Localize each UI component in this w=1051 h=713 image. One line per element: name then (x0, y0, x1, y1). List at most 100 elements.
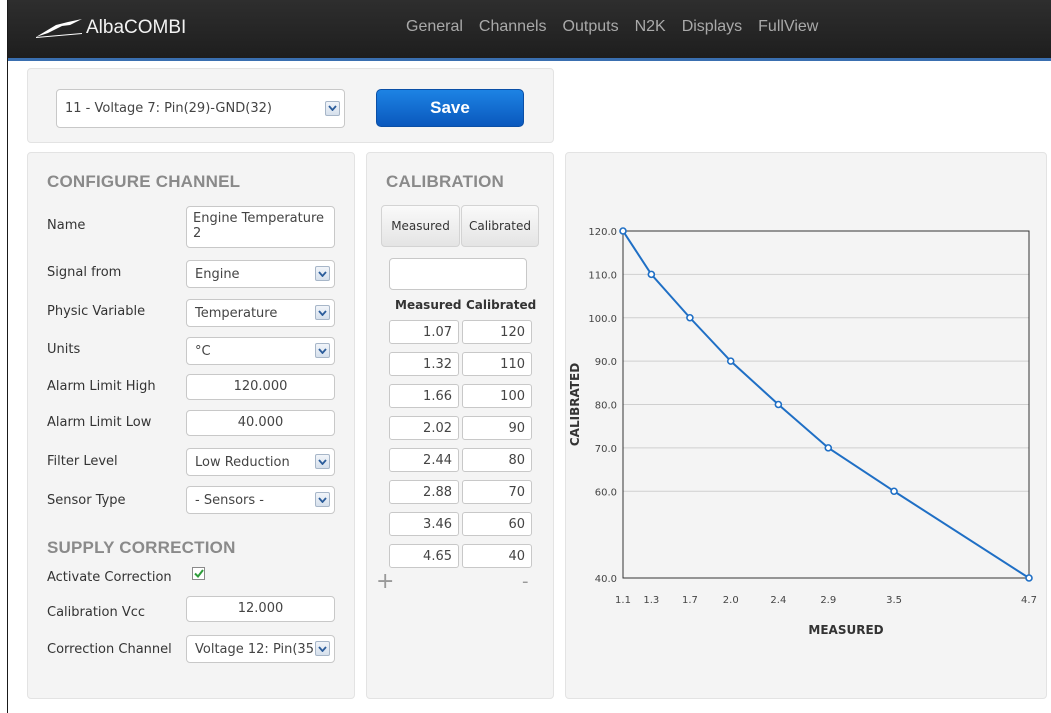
y-tick-label: 80.0 (595, 401, 617, 412)
measured-cell[interactable]: 3.46 (389, 512, 459, 536)
name-label: Name (47, 218, 86, 233)
data-point[interactable] (890, 487, 898, 496)
units-select[interactable]: °C (186, 337, 335, 365)
y-tick-label: 40.0 (595, 574, 617, 585)
calibrated-cell[interactable]: 60 (462, 512, 532, 536)
physic-variable-select[interactable]: Temperature (186, 299, 335, 327)
correction-channel-label: Correction Channel (47, 642, 172, 657)
alarm-low-field[interactable]: 40.000 (186, 410, 335, 436)
alarm-high-field[interactable]: 120.000 (186, 374, 335, 400)
data-point[interactable] (824, 444, 833, 452)
save-button[interactable]: Save (376, 89, 524, 127)
activate-correction-label: Activate Correction (47, 570, 172, 585)
x-tick-label: 1.7 (682, 595, 698, 606)
y-tick-label: 60.0 (595, 487, 617, 498)
chevron-down-icon (315, 266, 330, 281)
units-label: Units (47, 342, 81, 357)
measured-cell[interactable]: 2.02 (389, 416, 459, 440)
column-header-measured: Measured (395, 298, 462, 312)
data-point[interactable] (726, 357, 735, 365)
data-point[interactable] (647, 270, 656, 279)
sensor-type-value: - Sensors - (195, 493, 264, 508)
nav-fullview[interactable]: FullView (758, 18, 818, 36)
chevron-down-icon (315, 343, 330, 358)
correction-channel-value: Voltage 12: Pin(35 (195, 642, 314, 657)
chevron-down-icon (315, 641, 330, 656)
albacombi-logo-icon (36, 19, 82, 38)
y-tick-label: 100.0 (588, 314, 617, 325)
x-tick-label: 2.4 (770, 595, 786, 606)
column-header-calibrated: Calibrated (466, 298, 537, 312)
filter-level-select[interactable]: Low Reduction (186, 448, 335, 476)
measured-cell[interactable]: 2.88 (389, 480, 459, 504)
x-tick-label: 2.9 (820, 595, 836, 606)
signal-from-value: Engine (195, 267, 240, 282)
add-row-button[interactable]: + (376, 571, 394, 593)
calibration-title: CALIBRATION (386, 172, 505, 191)
x-axis-label: MEASURED (808, 623, 883, 637)
data-point[interactable] (1025, 574, 1033, 582)
filter-level-value: Low Reduction (195, 455, 290, 470)
alarm-low-label: Alarm Limit Low (47, 415, 152, 430)
calibrated-cell[interactable]: 100 (462, 384, 532, 408)
calibrated-cell[interactable]: 80 (462, 448, 532, 472)
nav-n2k[interactable]: N2K (635, 18, 666, 36)
main-nav: General Channels Outputs N2K Displays Fu… (406, 18, 834, 36)
window-left-edge (0, 0, 8, 713)
calibrated-cell[interactable]: 120 (462, 320, 532, 344)
calibration-vcc-field[interactable]: 12.000 (186, 596, 335, 622)
units-value: °C (195, 344, 211, 359)
checkmark-icon (193, 569, 204, 578)
x-tick-label: 4.7 (1021, 595, 1037, 606)
channel-select-value: 11 - Voltage 7: Pin(29)-GND(32) (65, 101, 272, 116)
data-point[interactable] (686, 313, 694, 322)
nav-general[interactable]: General (406, 18, 463, 36)
nav-displays[interactable]: Displays (682, 18, 742, 36)
signal-from-select[interactable]: Engine (186, 260, 335, 288)
nav-outputs[interactable]: Outputs (563, 18, 619, 36)
y-tick-label: 120.0 (588, 227, 617, 238)
chevron-down-icon (325, 100, 340, 116)
measured-cell[interactable]: 1.32 (389, 352, 459, 376)
measured-cell[interactable]: 1.07 (389, 320, 459, 344)
data-point[interactable] (619, 227, 627, 235)
signal-from-label: Signal from (47, 265, 122, 280)
activate-correction-checkbox[interactable] (192, 567, 205, 580)
app-name: AlbaCOMBI (86, 17, 187, 38)
sensor-type-label: Sensor Type (47, 493, 126, 508)
tab-calibrated[interactable]: Calibrated (461, 205, 539, 247)
nav-channels[interactable]: Channels (479, 18, 547, 36)
channel-select[interactable]: 11 - Voltage 7: Pin(29)-GND(32) (56, 89, 345, 128)
filter-level-label: Filter Level (47, 454, 118, 469)
calibrated-cell[interactable]: 110 (462, 352, 532, 376)
brand[interactable]: AlbaCOMBI (34, 14, 186, 42)
y-axis-label: CALIBRATED (568, 363, 582, 446)
sensor-type-select[interactable]: - Sensors - (186, 486, 335, 514)
measured-cell[interactable]: 2.44 (389, 448, 459, 472)
correction-channel-select[interactable]: Voltage 12: Pin(35 (186, 635, 335, 663)
remove-row-button[interactable]: - (522, 572, 529, 592)
chevron-down-icon (315, 492, 330, 507)
x-tick-label: 1.3 (643, 595, 659, 606)
alarm-high-label: Alarm Limit High (47, 379, 156, 394)
data-point[interactable] (774, 400, 783, 409)
y-tick-label: 110.0 (588, 270, 617, 281)
calibrated-cell[interactable]: 90 (462, 416, 532, 440)
measured-cell[interactable]: 4.65 (389, 544, 459, 568)
measured-cell[interactable]: 1.66 (389, 384, 459, 408)
y-tick-label: 70.0 (595, 444, 617, 455)
tab-measured[interactable]: Measured (381, 205, 460, 247)
calibration-entry-input[interactable] (389, 258, 527, 290)
calibrated-cell[interactable]: 40 (462, 544, 532, 568)
name-field[interactable]: Engine Temperature 2 (186, 206, 335, 248)
chevron-down-icon (315, 305, 330, 320)
configure-channel-title: CONFIGURE CHANNEL (47, 172, 241, 191)
y-tick-label: 90.0 (595, 357, 617, 368)
x-tick-label: 1.1 (615, 595, 631, 606)
physic-variable-label: Physic Variable (47, 304, 146, 319)
calibrated-cell[interactable]: 70 (462, 480, 532, 504)
calibration-chart: 120.0 110.0 100.0 90.0 80.0 70.0 60.0 40.0 1.1 1… (568, 227, 1037, 637)
supply-correction-title: SUPPLY CORRECTION (47, 538, 236, 557)
x-tick-label: 3.5 (886, 595, 902, 606)
chevron-down-icon (315, 454, 330, 469)
